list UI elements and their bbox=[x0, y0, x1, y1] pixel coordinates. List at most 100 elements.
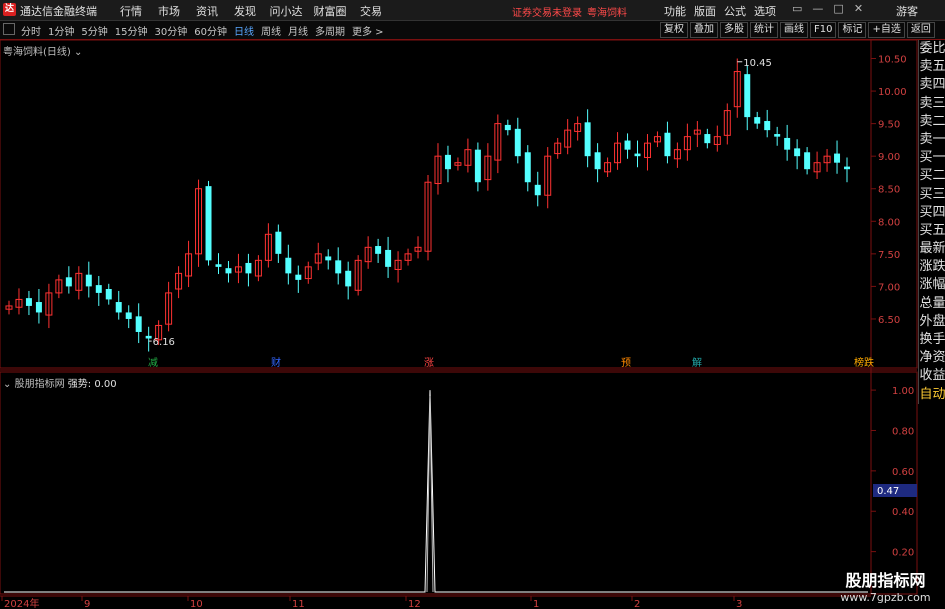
sidebar-item-sell4[interactable]: 卖四 bbox=[919, 76, 945, 94]
indicator-frame bbox=[0, 371, 918, 595]
event-marker[interactable]: 预 bbox=[621, 357, 631, 369]
sidebar-item-buy4[interactable]: 买四 bbox=[919, 204, 945, 222]
sidebar-item-turnover[interactable]: 换手 bbox=[919, 331, 945, 349]
indicator-title: ⌄ 股朋指标网 强势: 0.00 bbox=[3, 375, 117, 390]
sidebar-item-sell5[interactable]: 卖五 bbox=[919, 58, 945, 76]
sidebar-item-volume[interactable]: 总量 bbox=[919, 295, 945, 313]
y-tick-label: 8.50 bbox=[878, 185, 900, 196]
y-tick-label: 6.50 bbox=[878, 315, 900, 326]
sidebar-item-sell1[interactable]: 卖一 bbox=[919, 131, 945, 149]
x-axis: 2024年 9 10 11 12 1 2 3 bbox=[1, 596, 742, 609]
candle-body bbox=[444, 154, 451, 170]
candle-body bbox=[744, 74, 751, 118]
indicator-label: 强势: bbox=[67, 379, 92, 390]
candle-body bbox=[325, 256, 332, 261]
sidebar-item-sell2[interactable]: 卖二 bbox=[919, 113, 945, 131]
candle-body bbox=[205, 186, 212, 261]
indicator-name: 股朋指标网 bbox=[14, 379, 65, 390]
candle-body bbox=[534, 184, 541, 196]
indicator-line bbox=[4, 390, 868, 593]
event-marker[interactable]: 涨 bbox=[424, 357, 434, 369]
y-tick-label: 8.00 bbox=[878, 217, 900, 228]
x-tick-label: 3 bbox=[736, 599, 742, 609]
watermark: 股朋指标网 www.7gpzb.com bbox=[826, 567, 945, 604]
candle-body bbox=[95, 285, 102, 293]
sidebar-item-sell3[interactable]: 卖三 bbox=[919, 95, 945, 113]
price-annotations: 10.45 6.16 bbox=[148, 58, 772, 348]
candle-body bbox=[584, 122, 591, 157]
candle-body bbox=[504, 124, 511, 131]
sidebar-item-auto[interactable]: 自动 bbox=[919, 386, 945, 404]
candle-body bbox=[385, 249, 392, 267]
candle-body bbox=[524, 152, 531, 183]
sidebar-item-buy1[interactable]: 买一 bbox=[919, 149, 945, 167]
candle-body bbox=[215, 264, 222, 267]
y-tick-label: 9.50 bbox=[878, 120, 900, 131]
sidebar-item-weibi[interactable]: 委比 bbox=[919, 40, 945, 58]
sidebar-item-outer[interactable]: 外盘 bbox=[919, 313, 945, 331]
candle-body bbox=[624, 140, 631, 150]
y-tick-label: 10.00 bbox=[878, 87, 907, 98]
candle-body bbox=[125, 312, 132, 319]
sidebar-item-earnings[interactable]: 收益 bbox=[919, 367, 945, 385]
y-tick-label: 0.40 bbox=[892, 507, 914, 518]
indicator-series bbox=[4, 390, 868, 593]
candle-body bbox=[774, 134, 781, 137]
candle-body bbox=[664, 132, 671, 157]
y-tick-label: 9.00 bbox=[878, 152, 900, 163]
candle-body bbox=[804, 152, 811, 170]
candle-body bbox=[514, 128, 521, 157]
chart-canvas[interactable]: 10.50 10.00 9.50 9.00 8.50 8.00 7.50 7.00 6.50 1… bbox=[0, 0, 945, 609]
candle-body bbox=[285, 257, 292, 274]
high-price-label: 10.45 bbox=[743, 58, 772, 69]
main-y-axis: 10.50 10.00 9.50 9.00 8.50 8.00 7.50 7.00 6.50 bbox=[871, 55, 907, 326]
x-tick-label: 10 bbox=[190, 599, 203, 609]
sidebar-item-net-assets[interactable]: 净资 bbox=[919, 349, 945, 367]
candle-body bbox=[764, 121, 771, 131]
y-tick-label: 7.50 bbox=[878, 250, 900, 261]
watermark-title: 股朋指标网 bbox=[845, 571, 926, 590]
y-tick-label: 1.00 bbox=[892, 386, 914, 397]
sidebar-item-buy2[interactable]: 买二 bbox=[919, 167, 945, 185]
candle-body bbox=[85, 274, 92, 287]
watermark-url: www.7gpzb.com bbox=[840, 591, 931, 604]
chevron-down-icon[interactable]: ⌄ bbox=[3, 379, 11, 390]
candle-body bbox=[634, 153, 641, 157]
y-tick-label: 0.20 bbox=[892, 548, 914, 559]
sidebar-item-latest[interactable]: 最新 bbox=[919, 240, 945, 258]
candle-body bbox=[295, 274, 302, 280]
event-marker[interactable]: 解 bbox=[692, 356, 702, 369]
sidebar-item-buy5[interactable]: 买五 bbox=[919, 222, 945, 240]
sidebar-item-buy3[interactable]: 买三 bbox=[919, 186, 945, 204]
candle-body bbox=[345, 270, 352, 287]
candle-body bbox=[794, 148, 801, 157]
event-markers: 减 财 涨 预 解 榜跌 bbox=[148, 356, 874, 369]
event-marker[interactable]: 减 bbox=[148, 357, 158, 369]
candle-body bbox=[275, 231, 282, 254]
candle-body bbox=[225, 268, 232, 274]
candle-body bbox=[594, 152, 601, 170]
quote-sidebar: 委比 卖五 卖四 卖三 卖二 卖一 买一 买二 买三 买四 买五 最新 涨跌 涨… bbox=[918, 40, 945, 404]
event-marker[interactable]: 财 bbox=[271, 356, 281, 369]
y-tick-label: 10.50 bbox=[878, 55, 907, 66]
x-tick-label: 9 bbox=[84, 599, 90, 609]
x-tick-label: 2024年 bbox=[4, 597, 39, 609]
candle-body bbox=[375, 246, 382, 254]
candle-body bbox=[474, 149, 481, 183]
y-tick-label: 7.00 bbox=[878, 282, 900, 293]
x-tick-label: 11 bbox=[292, 599, 305, 609]
candlestick-series bbox=[5, 58, 851, 352]
sidebar-item-change-pct[interactable]: 涨幅 bbox=[919, 276, 945, 294]
event-marker[interactable]: 榜跌 bbox=[854, 356, 874, 369]
candle-body bbox=[245, 262, 252, 274]
candle-body bbox=[335, 260, 342, 274]
x-tick-label: 1 bbox=[533, 599, 539, 609]
candle-body bbox=[844, 166, 851, 170]
candle-body bbox=[754, 117, 761, 124]
x-tick-label: 12 bbox=[408, 599, 421, 609]
x-tick-label: 2 bbox=[634, 599, 640, 609]
candle-body bbox=[145, 335, 152, 339]
current-value-label: 0.47 bbox=[877, 486, 899, 497]
candle-body bbox=[834, 153, 841, 163]
sidebar-item-change[interactable]: 涨跌 bbox=[919, 258, 945, 276]
